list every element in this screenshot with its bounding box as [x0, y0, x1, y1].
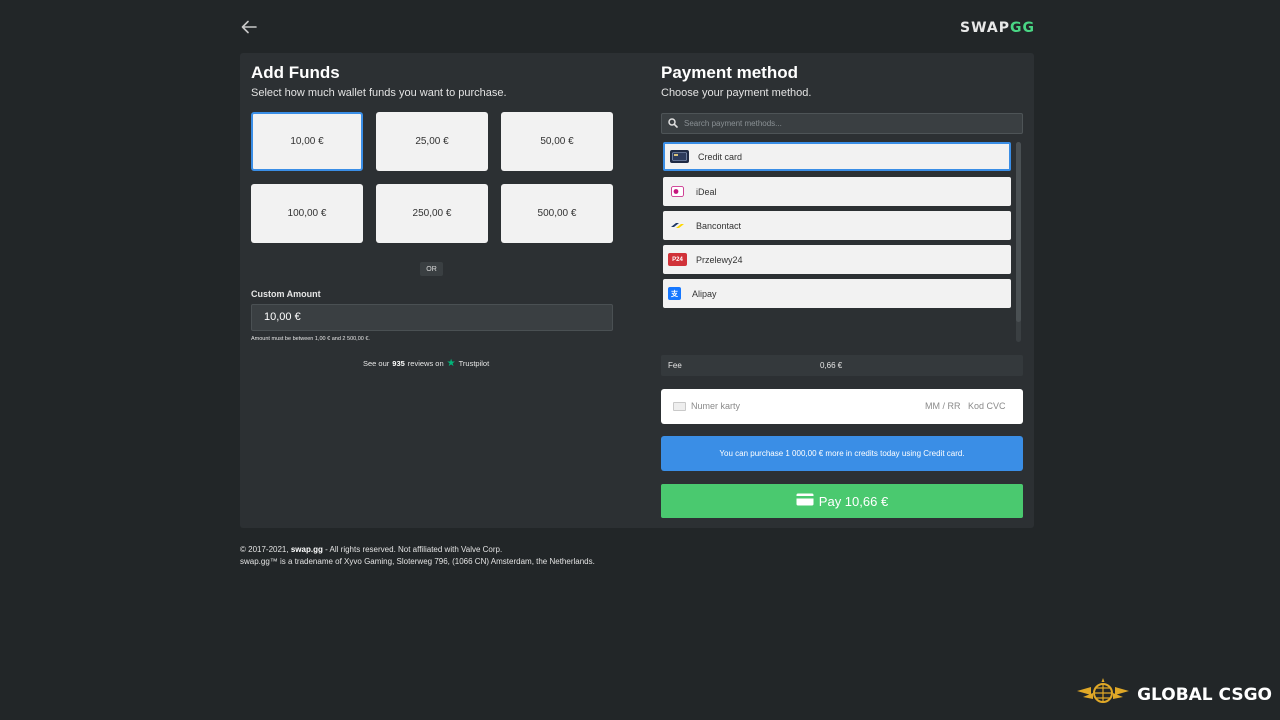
amount-button-10[interactable]: 10,00 €	[251, 112, 363, 171]
method-label: Przelewy24	[696, 254, 743, 265]
card-cvc-placeholder[interactable]: Kod CVC	[968, 401, 1006, 411]
fee-label: Fee	[668, 361, 682, 370]
payment-method-title: Payment method	[661, 63, 798, 82]
przelewy24-icon: P24	[668, 253, 687, 266]
credit-card-icon	[796, 493, 814, 509]
copyright-line: © 2017-2021, swap.gg - All rights reserv…	[240, 544, 595, 556]
top-bar: SWAPGG	[240, 18, 1035, 40]
method-alipay[interactable]: 支 Alipay	[663, 279, 1011, 308]
payment-search-input[interactable]	[684, 119, 1004, 128]
trust-prefix: See our	[363, 359, 390, 368]
add-funds-subtitle: Select how much wallet funds you want to…	[251, 87, 507, 99]
or-divider: OR	[420, 262, 443, 276]
fee-value: 0,66 €	[820, 361, 843, 370]
card-number-placeholder[interactable]: Numer karty	[691, 401, 740, 411]
trademark-line: swap.gg™ is a tradename of Xyvo Gaming, …	[240, 557, 595, 566]
method-ideal[interactable]: iDeal	[663, 177, 1011, 206]
trust-count: 935	[392, 359, 405, 368]
pay-button-label: Pay 10,66 €	[818, 493, 889, 509]
custom-amount-hint: Amount must be between 1,00 € and 2 500,…	[251, 336, 370, 342]
funds-panel: Add Funds Select how much wallet funds y…	[240, 53, 1034, 528]
fee-row: Fee 0,66 €	[661, 355, 1023, 376]
add-funds-section: Add Funds Select how much wallet funds y…	[251, 63, 613, 369]
amount-button-25[interactable]: 25,00 €	[376, 112, 488, 171]
global-csgo-watermark: GLOBAL CSGO	[1075, 677, 1272, 712]
scrollbar-thumb[interactable]	[1016, 142, 1021, 322]
method-label: Alipay	[692, 288, 717, 299]
card-placeholder-icon	[673, 402, 686, 411]
trust-brand: Trustpilot	[458, 359, 490, 368]
credit-card-icon	[670, 150, 689, 163]
add-funds-title: Add Funds	[251, 63, 340, 82]
logo-right-text: GG	[1010, 20, 1035, 36]
method-credit-card[interactable]: Credit card	[663, 142, 1011, 171]
amount-button-100[interactable]: 100,00 €	[251, 184, 363, 243]
payment-methods-list: Credit card iDeal Bancontact P24 Przelew…	[661, 142, 1023, 342]
footer: © 2017-2021, swap.gg - All rights reserv…	[240, 544, 595, 568]
swapgg-logo[interactable]: SWAPGG	[960, 20, 1035, 36]
ideal-icon	[668, 185, 687, 198]
method-label: iDeal	[696, 186, 717, 197]
payment-method-section: Payment method Choose your payment metho…	[661, 63, 1023, 518]
purchase-limit-banner: You can purchase 1 000,00 € more in cred…	[661, 436, 1023, 471]
payment-search	[661, 113, 1023, 134]
amount-button-250[interactable]: 250,00 €	[376, 184, 488, 243]
alipay-icon: 支	[668, 287, 681, 300]
back-arrow-icon[interactable]	[240, 18, 260, 38]
search-icon	[668, 115, 678, 133]
amount-button-50[interactable]: 50,00 €	[501, 112, 613, 171]
methods-scrollbar[interactable]	[1016, 142, 1021, 342]
copyright-suffix: - All rights reserved. Not affiliated wi…	[325, 545, 503, 554]
amount-button-500[interactable]: 500,00 €	[501, 184, 613, 243]
watermark-text: GLOBAL CSGO	[1137, 684, 1272, 705]
card-details-field[interactable]: Numer karty MM / RR Kod CVC	[661, 389, 1023, 424]
footer-brand[interactable]: swap.gg	[291, 545, 323, 554]
payment-method-subtitle: Choose your payment method.	[661, 87, 812, 99]
trustpilot-reviews[interactable]: See our 935 reviews on ★ Trustpilot	[363, 358, 489, 369]
copyright-prefix: © 2017-2021,	[240, 545, 289, 554]
card-expiry-placeholder[interactable]: MM / RR	[925, 401, 961, 411]
global-csgo-emblem-icon	[1075, 677, 1131, 712]
custom-amount-label: Custom Amount	[251, 289, 321, 299]
method-przelewy24[interactable]: P24 Przelewy24	[663, 245, 1011, 274]
trust-mid: reviews on	[407, 359, 444, 368]
method-label: Bancontact	[696, 220, 742, 231]
bancontact-icon	[668, 219, 687, 232]
custom-amount-input[interactable]: 10,00 €	[251, 304, 613, 331]
trustpilot-star-icon: ★	[446, 358, 456, 369]
method-bancontact[interactable]: Bancontact	[663, 211, 1011, 240]
method-label: Credit card	[698, 151, 743, 162]
logo-left-text: SWAP	[960, 20, 1011, 36]
pay-button[interactable]: Pay 10,66 €	[661, 484, 1023, 518]
